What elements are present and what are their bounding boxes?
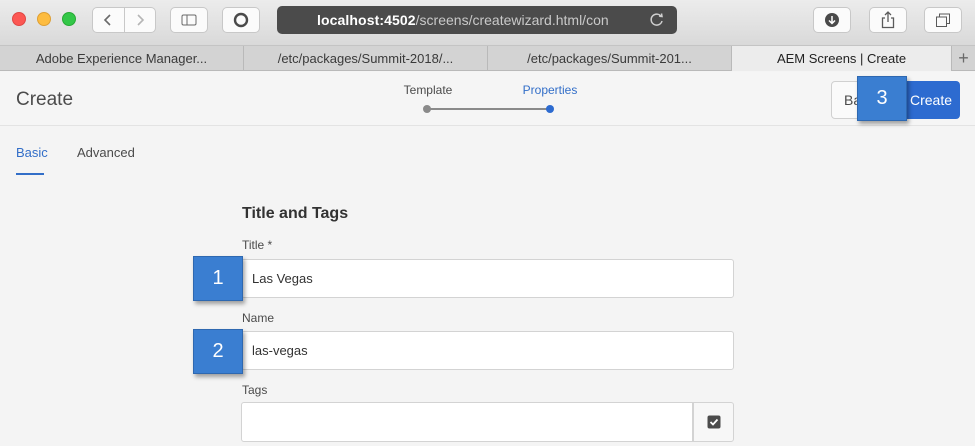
page-title: Create <box>16 89 74 110</box>
tabs-overview-icon <box>936 13 950 27</box>
browser-tab-strip: Adobe Experience Manager... /etc/package… <box>0 46 975 71</box>
step-template-dot <box>423 105 431 113</box>
step-properties-label: Properties <box>522 83 578 97</box>
reload-icon[interactable] <box>649 12 665 28</box>
chevron-right-icon <box>137 14 144 26</box>
browser-tab[interactable]: Adobe Experience Manager... <box>0 46 244 71</box>
tab-advanced[interactable]: Advanced <box>77 145 135 160</box>
title-label: Title * <box>242 238 273 252</box>
back-nav-button[interactable] <box>93 8 124 32</box>
browser-tab[interactable]: /etc/packages/Summit-2018/... <box>244 46 488 71</box>
checkbox-icon <box>707 415 720 429</box>
share-icon <box>881 11 895 29</box>
show-all-tabs-button[interactable] <box>924 7 962 33</box>
circle-icon <box>233 12 249 28</box>
step-progress-line <box>427 108 549 110</box>
step-properties-dot <box>546 105 554 113</box>
browser-tab[interactable]: /etc/packages/Summit-201... <box>488 46 732 71</box>
url-path: /screens/createwizard.html/con <box>415 12 609 28</box>
tab-basic[interactable]: Basic <box>16 145 48 160</box>
section-title: Title and Tags <box>242 205 349 222</box>
history-nav <box>92 7 156 33</box>
title-input[interactable]: Las Vegas <box>241 259 734 298</box>
share-button[interactable] <box>869 7 907 33</box>
browser-tab-active[interactable]: AEM Screens | Create <box>732 46 952 71</box>
tags-picker-button[interactable] <box>693 402 734 442</box>
wizard-header: Create Template Properties <box>0 72 975 126</box>
create-button[interactable]: Create <box>902 81 960 119</box>
url-host: localhost:4502 <box>317 12 416 28</box>
reader-button[interactable] <box>222 7 260 33</box>
sidebar-toggle-button[interactable] <box>170 7 208 33</box>
tags-label: Tags <box>242 383 268 397</box>
new-tab-button[interactable]: + <box>952 46 975 71</box>
step-template-label: Template <box>403 83 453 97</box>
active-tab-indicator <box>16 173 44 175</box>
downloads-button[interactable] <box>813 7 851 33</box>
sidebar-icon <box>181 14 197 26</box>
browser-toolbar: localhost:4502/screens/createwizard.html… <box>0 0 975 46</box>
address-bar[interactable]: localhost:4502/screens/createwizard.html… <box>277 6 677 34</box>
zoom-window-button[interactable] <box>62 12 76 26</box>
name-input[interactable]: las-vegas <box>241 331 734 370</box>
tags-input[interactable] <box>241 402 693 442</box>
callout-badge-2: 2 <box>193 329 243 374</box>
minimize-window-button[interactable] <box>37 12 51 26</box>
callout-badge-1: 1 <box>193 256 243 301</box>
forward-nav-button[interactable] <box>123 8 156 32</box>
close-window-button[interactable] <box>12 12 26 26</box>
chevron-left-icon <box>104 14 111 26</box>
callout-badge-3: 3 <box>857 76 907 121</box>
name-label: Name <box>242 311 275 325</box>
download-icon <box>825 13 839 27</box>
